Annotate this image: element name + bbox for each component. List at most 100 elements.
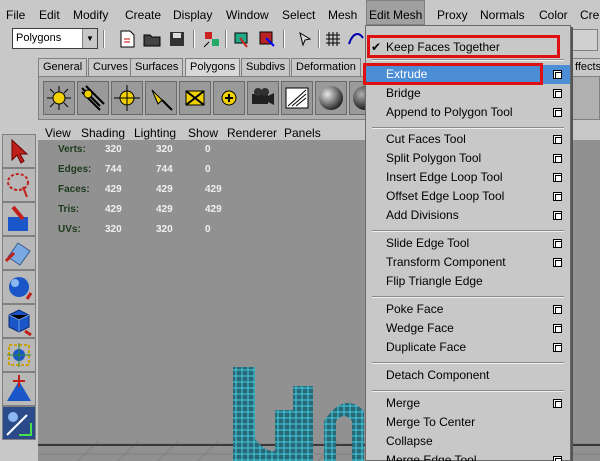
menu-color[interactable]: Color: [539, 0, 568, 25]
select-by-component-type-icon[interactable]: [258, 30, 276, 48]
shelf-button-camera[interactable]: [247, 81, 279, 115]
option-box-icon[interactable]: [553, 456, 562, 461]
point-light-icon: [114, 85, 140, 111]
menu-item-wedge-face[interactable]: Wedge Face: [366, 319, 570, 338]
option-box-icon[interactable]: [553, 343, 562, 352]
menu-item-duplicate-face[interactable]: Duplicate Face: [366, 338, 570, 357]
menu-item-label: Merge: [386, 396, 421, 410]
open-scene-icon[interactable]: [143, 30, 161, 48]
menu-item-append-to-polygon-tool[interactable]: Append to Polygon Tool: [366, 103, 570, 122]
show-manipulator-button[interactable]: [2, 406, 36, 440]
menu-item-flip-triangle-edge[interactable]: Flip Triangle Edge: [366, 272, 570, 291]
universal-manipulator-button[interactable]: [2, 338, 36, 372]
menu-set-dropdown[interactable]: Polygons ▼: [12, 28, 98, 49]
option-box-icon[interactable]: [553, 399, 562, 408]
select-tool-button[interactable]: [2, 134, 36, 168]
shelf-button-material[interactable]: [315, 81, 347, 115]
rotate-tool-button[interactable]: [2, 270, 36, 304]
panel-menu-renderer[interactable]: Renderer: [227, 126, 277, 140]
show-manipulator-icon: [6, 412, 32, 436]
menu-item-merge-edge-tool[interactable]: Merge Edge Tool: [366, 451, 570, 461]
option-box-icon[interactable]: [553, 305, 562, 314]
panel-menu-panels[interactable]: Panels: [284, 126, 321, 140]
menu-window[interactable]: Window: [226, 0, 269, 25]
shelf-tab-curves[interactable]: Curves: [88, 58, 133, 76]
hud-label: Faces:: [58, 184, 90, 195]
menu-edit-mesh[interactable]: Edit Mesh: [366, 0, 426, 25]
menu-item-insert-edge-loop-tool[interactable]: Insert Edge Loop Tool: [366, 168, 570, 187]
menu-create[interactable]: Create: [125, 0, 161, 25]
status-line-button[interactable]: [572, 29, 598, 51]
paint-select-tool-button[interactable]: [2, 202, 36, 236]
shelf-button-light[interactable]: [179, 81, 211, 115]
move-icon: [4, 242, 31, 266]
menu-item-add-divisions[interactable]: Add Divisions: [366, 206, 570, 225]
main-menu-bar: File Edit Modify Create Display Window S…: [0, 0, 600, 25]
menu-normals[interactable]: Normals: [480, 0, 525, 25]
panel-menu-shading[interactable]: Shading: [81, 126, 125, 140]
option-box-icon[interactable]: [553, 135, 562, 144]
snap-to-grid-icon[interactable]: [324, 30, 342, 48]
select-by-object-type-icon[interactable]: [232, 30, 250, 48]
menu-modify[interactable]: Modify: [73, 0, 108, 25]
menu-file[interactable]: File: [6, 0, 25, 25]
soft-modification-button[interactable]: [2, 372, 36, 406]
move-tool-button[interactable]: [2, 236, 36, 270]
menu-item-cut-faces-tool[interactable]: Cut Faces Tool: [366, 130, 570, 149]
option-box-icon[interactable]: [553, 192, 562, 201]
shelf-button-hypershade[interactable]: [281, 81, 313, 115]
menu-item-transform-component[interactable]: Transform Component: [366, 253, 570, 272]
material-sphere-icon: [319, 86, 343, 110]
menu-item-detach-component[interactable]: Detach Component: [366, 366, 570, 385]
new-scene-icon[interactable]: [118, 30, 136, 48]
select-handle-mask-icon[interactable]: [296, 30, 314, 48]
shelf-button-light[interactable]: [111, 81, 143, 115]
separator: [225, 30, 227, 48]
option-box-icon[interactable]: [553, 89, 562, 98]
option-box-icon[interactable]: [553, 258, 562, 267]
menu-item-offset-edge-loop-tool[interactable]: Offset Edge Loop Tool: [366, 187, 570, 206]
menu-item-merge[interactable]: Merge: [366, 394, 570, 413]
menu-edit[interactable]: Edit: [39, 0, 60, 25]
menu-proxy[interactable]: Proxy: [437, 0, 468, 25]
shelf-tab-effects[interactable]: ffects: [570, 58, 600, 76]
option-box-icon[interactable]: [553, 324, 562, 333]
shelf-tab-deformation[interactable]: Deformation: [291, 58, 361, 76]
shelf-tab-polygons[interactable]: Polygons: [185, 58, 241, 76]
save-scene-icon[interactable]: [168, 30, 186, 48]
shelf-button-light[interactable]: [77, 81, 109, 115]
menu-item-split-polygon-tool[interactable]: Split Polygon Tool: [366, 149, 570, 168]
shelf-button-light[interactable]: [43, 81, 75, 115]
chevron-down-icon[interactable]: ▼: [82, 29, 97, 48]
select-by-hierarchy-icon[interactable]: [203, 30, 221, 48]
menu-item-poke-face[interactable]: Poke Face: [366, 300, 570, 319]
menu-item-merge-to-center[interactable]: Merge To Center: [366, 413, 570, 432]
panel-menu-view[interactable]: View: [45, 126, 71, 140]
panel-menu-show[interactable]: Show: [188, 126, 218, 140]
menu-item-bridge[interactable]: Bridge: [366, 84, 570, 103]
shelf-button-light[interactable]: [213, 81, 245, 115]
shelf-tab-surfaces[interactable]: Surfaces: [130, 58, 184, 76]
scale-tool-button[interactable]: [2, 304, 36, 338]
lasso-tool-button[interactable]: [2, 168, 36, 202]
menu-item-collapse[interactable]: Collapse: [366, 432, 570, 451]
menu-item-slide-edge-tool[interactable]: Slide Edge Tool: [366, 234, 570, 253]
menu-create-deformers-partial[interactable]: Cre: [580, 0, 599, 25]
shelf-tab-general[interactable]: General: [38, 58, 88, 76]
menu-select[interactable]: Select: [282, 0, 315, 25]
snap-to-curve-icon[interactable]: [347, 30, 365, 48]
hud-label: Tris:: [58, 204, 80, 215]
shelf-tab-subdivs[interactable]: Subdivs: [241, 58, 291, 76]
hud-label: Verts:: [58, 144, 86, 155]
option-box-icon[interactable]: [553, 239, 562, 248]
option-box-icon[interactable]: [553, 211, 562, 220]
panel-menu-lighting[interactable]: Lighting: [134, 126, 176, 140]
menu-mesh[interactable]: Mesh: [328, 0, 357, 25]
shelf-button-light[interactable]: [145, 81, 177, 115]
menu-display[interactable]: Display: [173, 0, 212, 25]
option-box-icon[interactable]: [553, 70, 562, 79]
option-box-icon[interactable]: [553, 173, 562, 182]
option-box-icon[interactable]: [553, 108, 562, 117]
option-box-icon[interactable]: [553, 154, 562, 163]
menu-item-label: Duplicate Face: [386, 340, 467, 354]
